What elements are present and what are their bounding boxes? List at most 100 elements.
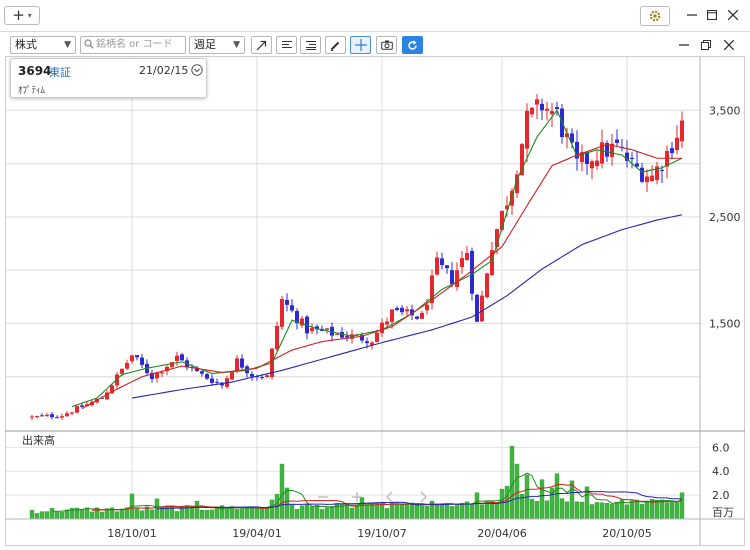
volume-bar	[479, 504, 485, 520]
candle-up	[485, 273, 489, 298]
candle-down	[260, 377, 264, 379]
volume-bar	[344, 504, 350, 520]
candle-up	[645, 176, 649, 183]
volume-bar	[494, 502, 500, 520]
volume-bar	[544, 500, 550, 520]
candle-up	[335, 333, 339, 335]
volume-bar	[269, 499, 275, 520]
volume-bar	[529, 498, 535, 520]
candle-up	[130, 355, 134, 362]
volume-bar	[244, 506, 250, 520]
volume-bar	[449, 506, 455, 520]
volume-bar	[89, 511, 95, 520]
volume-bar	[149, 509, 155, 520]
candle-up	[465, 252, 469, 261]
volume-bar	[444, 503, 450, 520]
volume-panel-label: 出来高	[22, 433, 55, 447]
volume-bar	[329, 506, 335, 520]
volume-bar	[279, 463, 285, 520]
volume-bar	[409, 502, 415, 520]
candle-up	[275, 325, 279, 350]
candle-down	[180, 354, 184, 361]
volume-bar	[609, 503, 615, 520]
candle-up	[60, 416, 64, 418]
volume-bar	[114, 511, 120, 520]
volume-tick-label: 2.0	[712, 489, 730, 502]
candle-up	[380, 322, 384, 334]
volume-bar	[474, 492, 480, 520]
stock-name: ｵﾌﾟﾃｨﾑ	[18, 86, 46, 96]
volume-bar	[299, 505, 305, 520]
candle-down	[290, 305, 294, 311]
volume-bar	[414, 503, 420, 520]
volume-bar	[389, 502, 395, 520]
candle-up	[65, 413, 69, 417]
volume-bar	[134, 507, 140, 520]
candle-down	[140, 357, 144, 365]
volume-bar	[439, 503, 445, 520]
candle-up	[120, 368, 124, 374]
volume-bar	[54, 511, 60, 520]
candle-down	[50, 414, 54, 418]
candlesticks	[30, 94, 684, 421]
chevron-down-circle-icon[interactable]	[191, 64, 203, 76]
candle-up	[35, 416, 39, 418]
candle-up	[325, 328, 329, 330]
volume-bar	[454, 505, 460, 520]
candle-down	[440, 258, 444, 266]
volume-bar	[499, 488, 505, 520]
volume-bar	[559, 498, 565, 520]
volume-bar	[319, 509, 325, 520]
volume-bar	[214, 508, 220, 520]
date-tick-label: 18/10/01	[107, 527, 156, 540]
candle-down	[40, 415, 44, 417]
volume-bar	[34, 513, 40, 520]
volume-bar	[539, 479, 545, 520]
volume-bar	[394, 503, 400, 520]
candle-up	[385, 321, 389, 325]
volume-bar	[259, 507, 265, 520]
volume-bar	[574, 501, 580, 520]
volume-bar	[484, 501, 490, 520]
market-name: 東証	[49, 66, 71, 79]
volume-bar	[404, 503, 410, 520]
volume-bar	[634, 499, 640, 520]
volume-bar	[629, 500, 635, 520]
volume-bar	[469, 503, 475, 520]
date-tick-label: 20/10/05	[602, 527, 651, 540]
candle-up	[520, 144, 524, 176]
price-tick-label: 1,500	[709, 317, 741, 330]
volume-bar	[204, 509, 210, 520]
candle-up	[675, 137, 679, 151]
volume-bar	[639, 504, 645, 520]
volume-bar	[99, 511, 105, 520]
candle-up	[405, 309, 409, 312]
candle-down	[205, 374, 209, 379]
candle-up	[535, 99, 539, 105]
volume-bar	[139, 510, 145, 520]
volume-bar	[514, 463, 520, 520]
volume-bar	[424, 506, 430, 520]
volume-bar	[324, 507, 330, 520]
volume-bar	[209, 509, 215, 520]
volume-bar	[119, 508, 125, 520]
candle-up	[230, 372, 234, 380]
volume-bar	[384, 508, 390, 520]
candle-down	[135, 355, 139, 358]
symbol-info-box: 3694 東証 21/02/15 ｵﾌﾟﾃｨﾑ	[10, 58, 207, 98]
candle-down	[395, 307, 399, 310]
volume-bar	[419, 505, 425, 520]
stock-code: 3694	[18, 64, 52, 78]
volume-bar	[84, 507, 90, 520]
volume-bar	[289, 504, 295, 520]
candle-up	[545, 108, 549, 111]
volume-bar	[614, 501, 620, 520]
volume-bar	[59, 511, 65, 520]
volume-bar	[679, 492, 685, 520]
volume-bar	[379, 502, 385, 520]
info-date: 21/02/15	[139, 64, 189, 77]
candle-up	[420, 312, 424, 319]
volume-bar	[334, 503, 340, 520]
candle-down	[415, 316, 419, 319]
candle-up	[435, 257, 439, 275]
